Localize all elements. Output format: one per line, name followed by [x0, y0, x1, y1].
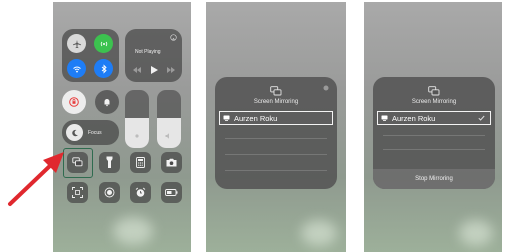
- play-icon[interactable]: [150, 66, 158, 74]
- screen-mirroring-sheet: Screen Mirroring Aurzen Roku Stop Mirror…: [373, 77, 495, 189]
- background-blur: [113, 217, 153, 245]
- airplane-button[interactable]: [67, 34, 86, 53]
- volume-slider[interactable]: [157, 90, 181, 148]
- checkmark-icon: [478, 115, 485, 121]
- calculator-button[interactable]: [130, 152, 151, 173]
- now-playing-tile[interactable]: Not Playing: [125, 29, 182, 82]
- focus-icon-bg: [66, 124, 83, 141]
- alarm-button[interactable]: [130, 182, 151, 203]
- background-blur: [301, 220, 337, 246]
- bluetooth-icon: [99, 63, 109, 74]
- rewind-icon[interactable]: [133, 67, 141, 73]
- mirroring-panel-select: Screen Mirroring Aurzen Roku: [206, 2, 346, 252]
- cellular-icon: [99, 39, 109, 49]
- empty-row: [225, 154, 327, 155]
- bell-icon: [102, 97, 112, 107]
- bluetooth-button[interactable]: [94, 59, 113, 78]
- calculator-icon: [136, 157, 145, 168]
- wifi-button[interactable]: [67, 59, 86, 78]
- device-name: Aurzen Roku: [234, 113, 278, 123]
- camera-icon: [166, 158, 177, 167]
- brightness-slider[interactable]: [125, 90, 149, 148]
- sheet-title: Screen Mirroring: [253, 99, 299, 105]
- empty-row: [225, 138, 327, 139]
- fast-forward-icon[interactable]: [167, 67, 175, 73]
- alarm-icon: [135, 187, 146, 198]
- silent-mode-button[interactable]: [95, 90, 119, 114]
- airplay-status-icon: [323, 85, 329, 91]
- control-center-panel: Not Playing Focus: [53, 2, 191, 252]
- pointer-arrow: [8, 152, 64, 206]
- playback-controls: [133, 66, 175, 74]
- device-row[interactable]: Aurzen Roku: [219, 111, 333, 125]
- speaker-icon: [165, 132, 173, 140]
- empty-row: [383, 135, 485, 136]
- airplane-icon: [72, 39, 82, 49]
- low-power-button[interactable]: [161, 182, 182, 203]
- camera-button[interactable]: [161, 152, 182, 173]
- focus-label: Focus: [88, 130, 102, 136]
- moon-icon: [71, 129, 79, 137]
- flashlight-button[interactable]: [99, 152, 120, 173]
- mirroring-panel-connected: Screen Mirroring Aurzen Roku Stop Mirror…: [364, 2, 502, 252]
- cellular-button[interactable]: [94, 34, 113, 53]
- brightness-icon: [133, 132, 141, 140]
- qr-code-button[interactable]: [67, 182, 88, 203]
- orientation-lock-icon: [68, 96, 80, 108]
- wifi-icon: [72, 64, 82, 74]
- background-blur: [459, 220, 493, 246]
- empty-row: [383, 149, 485, 150]
- tv-icon: [223, 115, 230, 121]
- airplay-audio-icon: [170, 34, 177, 41]
- device-row-connected[interactable]: Aurzen Roku: [377, 111, 491, 125]
- qr-code-icon: [72, 187, 83, 198]
- focus-button[interactable]: Focus: [62, 120, 119, 145]
- flashlight-icon: [105, 156, 114, 169]
- empty-row: [225, 170, 327, 171]
- connectivity-tile[interactable]: [62, 29, 119, 82]
- stop-mirroring-button[interactable]: Stop Mirroring: [373, 169, 495, 189]
- sheet-title: Screen Mirroring: [411, 99, 457, 105]
- orientation-lock-button[interactable]: [62, 90, 86, 114]
- record-icon: [104, 187, 115, 198]
- battery-icon: [165, 189, 178, 196]
- now-playing-label: Not Playing: [135, 49, 161, 55]
- device-name: Aurzen Roku: [392, 113, 436, 123]
- screen-record-button[interactable]: [99, 182, 120, 203]
- screen-mirroring-sheet: Screen Mirroring Aurzen Roku: [215, 77, 337, 189]
- screen-mirroring-icon: [270, 86, 282, 96]
- tv-icon: [381, 115, 388, 121]
- screen-mirroring-icon: [428, 86, 440, 96]
